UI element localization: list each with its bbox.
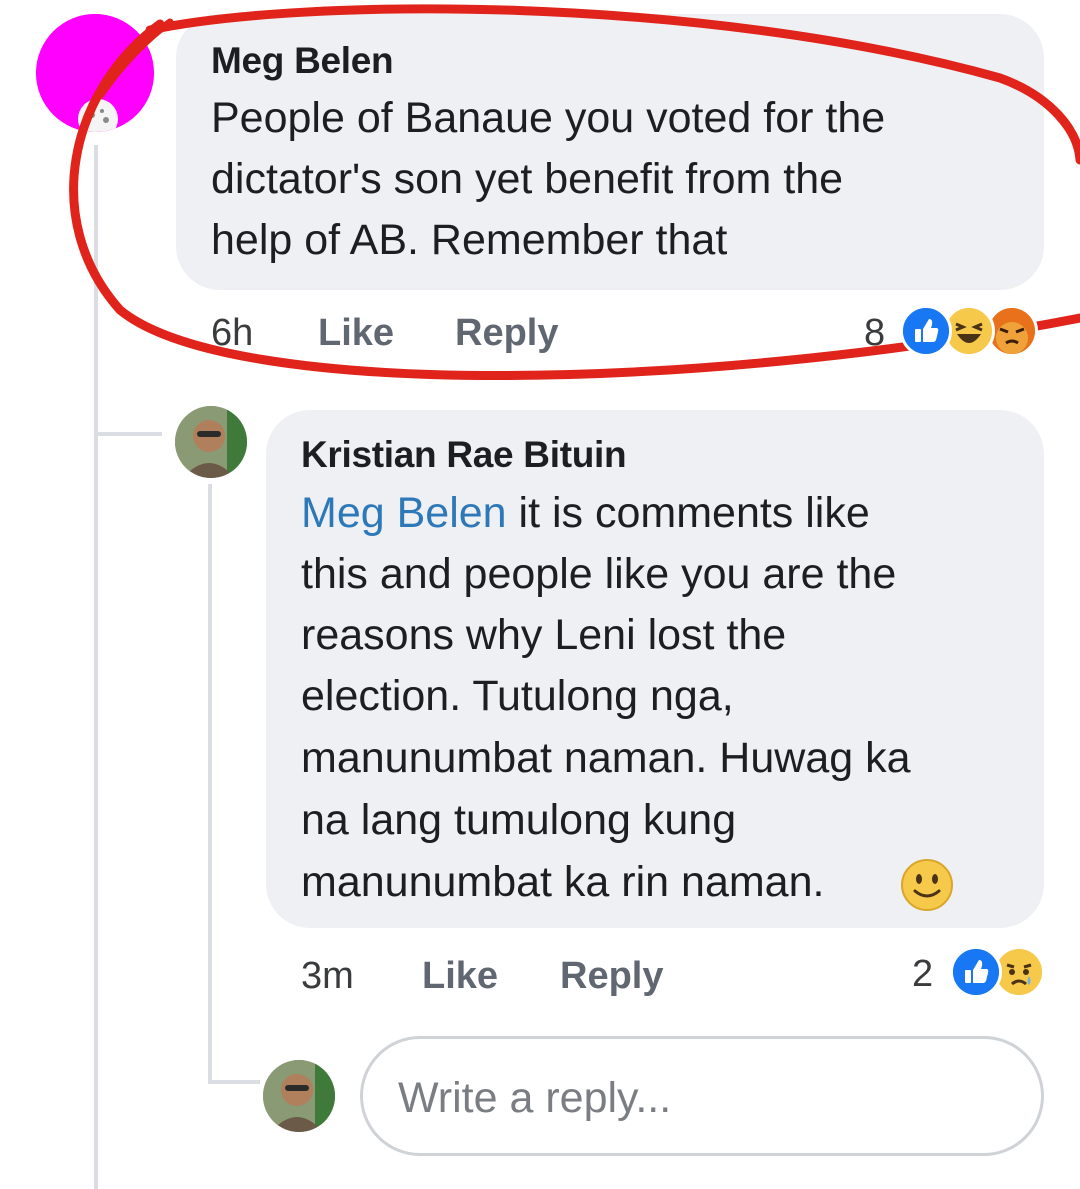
reaction-count[interactable]: 8 — [864, 312, 885, 355]
comment-text-line: election. Tutulong nga, — [301, 672, 734, 720]
comment-author[interactable]: Kristian Rae Bituin — [301, 434, 627, 476]
comment-text-line: manunumbat naman. Huwag ka — [301, 734, 911, 782]
comment-text-line: Meg Belen it is comments like — [301, 483, 870, 544]
like-icon — [950, 946, 1002, 998]
thread-line-branch — [96, 432, 162, 436]
comment-text-segment: it is comments like — [506, 489, 870, 537]
comment-author[interactable]: Meg Belen — [211, 40, 394, 82]
comment-timestamp[interactable]: 6h — [211, 312, 253, 355]
mention-link[interactable]: Meg Belen — [301, 489, 507, 537]
avatar[interactable] — [175, 406, 247, 478]
comment-text-line: reasons why Leni lost the — [301, 611, 787, 659]
comment-text-line: help of AB. Remember that — [211, 216, 728, 264]
comment-text-line: this and people like you are the — [301, 550, 897, 598]
avatar[interactable] — [36, 14, 154, 132]
comment-text-line: People of Banaue you voted for the — [211, 94, 886, 142]
thread-line-main — [94, 145, 98, 1189]
current-user-avatar[interactable] — [263, 1060, 335, 1132]
comment-text-line: dictator's son yet benefit from the — [211, 155, 844, 203]
like-icon — [900, 305, 952, 357]
reply-button[interactable]: Reply — [560, 955, 663, 998]
comment-text-line: manunumbat ka rin naman. — [301, 858, 825, 906]
reply-input-placeholder: Write a reply... — [398, 1074, 672, 1122]
comment-text-line: na lang tumulong kung — [301, 796, 737, 844]
reaction-count[interactable]: 2 — [912, 953, 933, 996]
comment-timestamp[interactable]: 3m — [301, 955, 354, 998]
like-button[interactable]: Like — [422, 955, 498, 998]
thread-line-reply — [208, 484, 212, 1084]
thread-line-reply-branch — [210, 1080, 260, 1084]
slightly-smiling-face-icon — [900, 858, 954, 912]
like-button[interactable]: Like — [318, 312, 394, 355]
reply-button[interactable]: Reply — [455, 312, 558, 355]
